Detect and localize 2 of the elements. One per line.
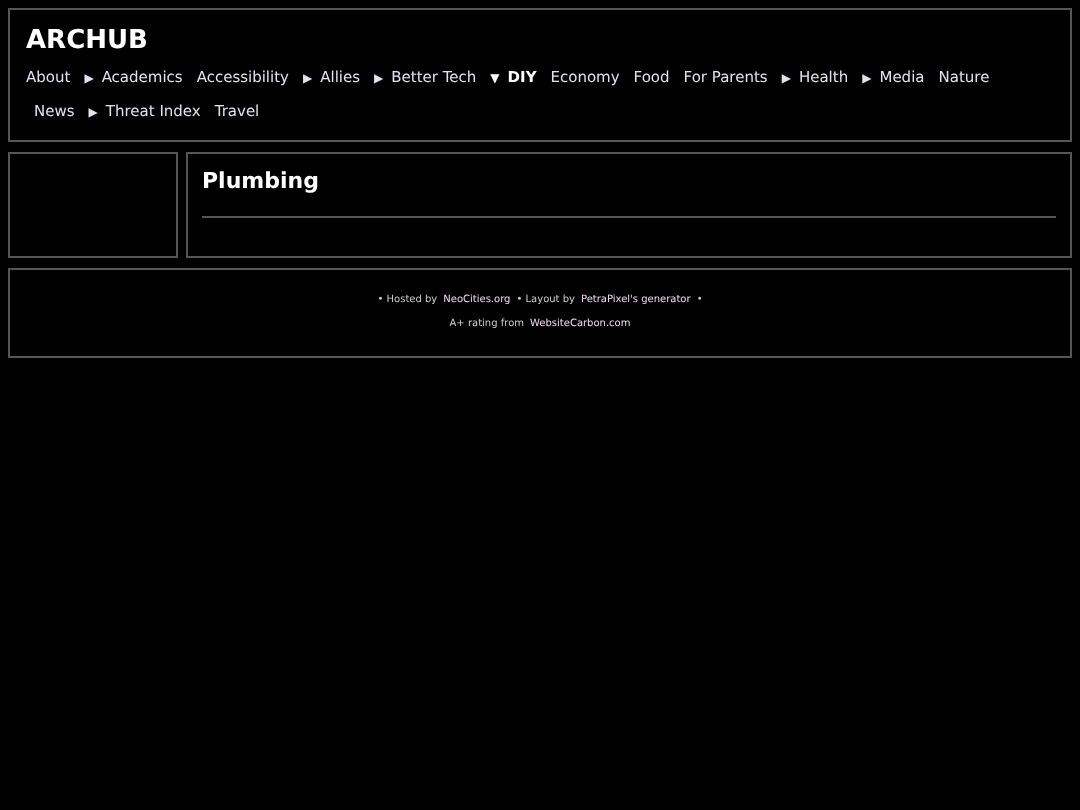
- page-heading: Plumbing: [202, 170, 321, 192]
- site-title: ARCHUB: [26, 28, 148, 54]
